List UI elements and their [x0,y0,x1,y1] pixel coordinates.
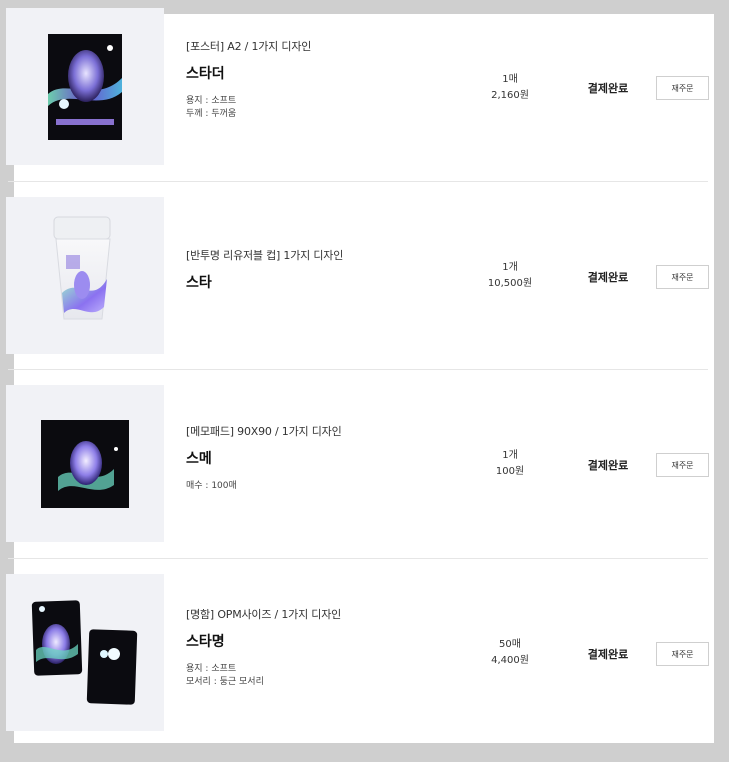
product-option: [포스터] A2 / 1가지 디자인 [186,40,312,53]
order-row: [메모패드] 90X90 / 1가지 디자인 스메 매수 : 100매 1개 1… [0,385,714,573]
product-option: [명함] OPM사이즈 / 1가지 디자인 [186,608,342,621]
product-thumbnail[interactable] [6,385,164,542]
quantity: 1개 [502,450,518,461]
product-option: [메모패드] 90X90 / 1가지 디자인 [186,425,342,438]
row-divider [8,181,708,182]
price: 2,160원 [491,90,529,101]
reorder-button[interactable]: 재주문 [656,265,709,289]
row-divider [8,369,708,370]
quantity-price: 1개 100원 [470,448,550,480]
reorder-button[interactable]: 재주문 [656,642,709,666]
order-status: 결제완료 [587,271,629,284]
quantity: 1개 [502,262,518,273]
row-divider [8,558,708,559]
order-info: [포스터] A2 / 1가지 디자인 스타더 용지 : 소프트 두께 : 두꺼움 [186,38,311,121]
product-specs: 용지 : 소프트 두께 : 두꺼움 [186,95,311,121]
product-option: [반투명 리유저블 컵] 1가지 디자인 [186,249,344,262]
spec-sheets: 매수 : 100매 [186,481,237,491]
quantity-price: 1개 10,500원 [470,260,550,292]
quantity: 50매 [499,639,521,650]
order-status: 결제완료 [587,82,629,95]
product-title[interactable]: 스타 [186,272,343,292]
order-row: [반투명 리유저블 컵] 1가지 디자인 스타 1개 10,500원 결제완료 … [0,197,714,385]
order-status: 결제완료 [587,648,629,661]
product-specs: 용지 : 소프트 모서리 : 둥근 모서리 [186,663,341,689]
order-status: 결제완료 [587,459,629,472]
product-title[interactable]: 스메 [186,448,341,468]
spec-paper: 용지 : 소프트 [186,96,237,106]
reorder-button[interactable]: 재주문 [656,453,709,477]
quantity-price: 50매 4,400원 [470,637,550,669]
order-info: [명함] OPM사이즈 / 1가지 디자인 스타명 용지 : 소프트 모서리 :… [186,606,341,689]
cup-icon [53,216,111,320]
spec-paper: 용지 : 소프트 [186,664,237,674]
product-title[interactable]: 스타명 [186,631,341,651]
memo-pad-icon [41,420,129,508]
quantity-price: 1매 2,160원 [470,72,550,104]
spec-corner: 모서리 : 둥근 모서리 [186,677,264,687]
product-title[interactable]: 스타더 [186,63,311,83]
quantity: 1매 [502,74,518,85]
product-specs: 매수 : 100매 [186,480,341,493]
spec-thickness: 두께 : 두꺼움 [186,109,237,119]
order-row: [명함] OPM사이즈 / 1가지 디자인 스타명 용지 : 소프트 모서리 :… [0,574,714,762]
order-info: [반투명 리유저블 컵] 1가지 디자인 스타 [186,247,343,292]
product-thumbnail[interactable] [6,197,164,354]
order-row: [포스터] A2 / 1가지 디자인 스타더 용지 : 소프트 두께 : 두꺼움… [0,8,714,196]
product-thumbnail[interactable] [6,574,164,731]
product-thumbnail[interactable] [6,8,164,165]
order-info: [메모패드] 90X90 / 1가지 디자인 스메 매수 : 100매 [186,423,342,493]
poster-icon [48,34,122,140]
price: 4,400원 [491,655,529,666]
price: 10,500원 [487,278,533,289]
reorder-button[interactable]: 재주문 [656,76,709,100]
price: 100원 [495,466,525,477]
business-card-icon [31,600,138,705]
